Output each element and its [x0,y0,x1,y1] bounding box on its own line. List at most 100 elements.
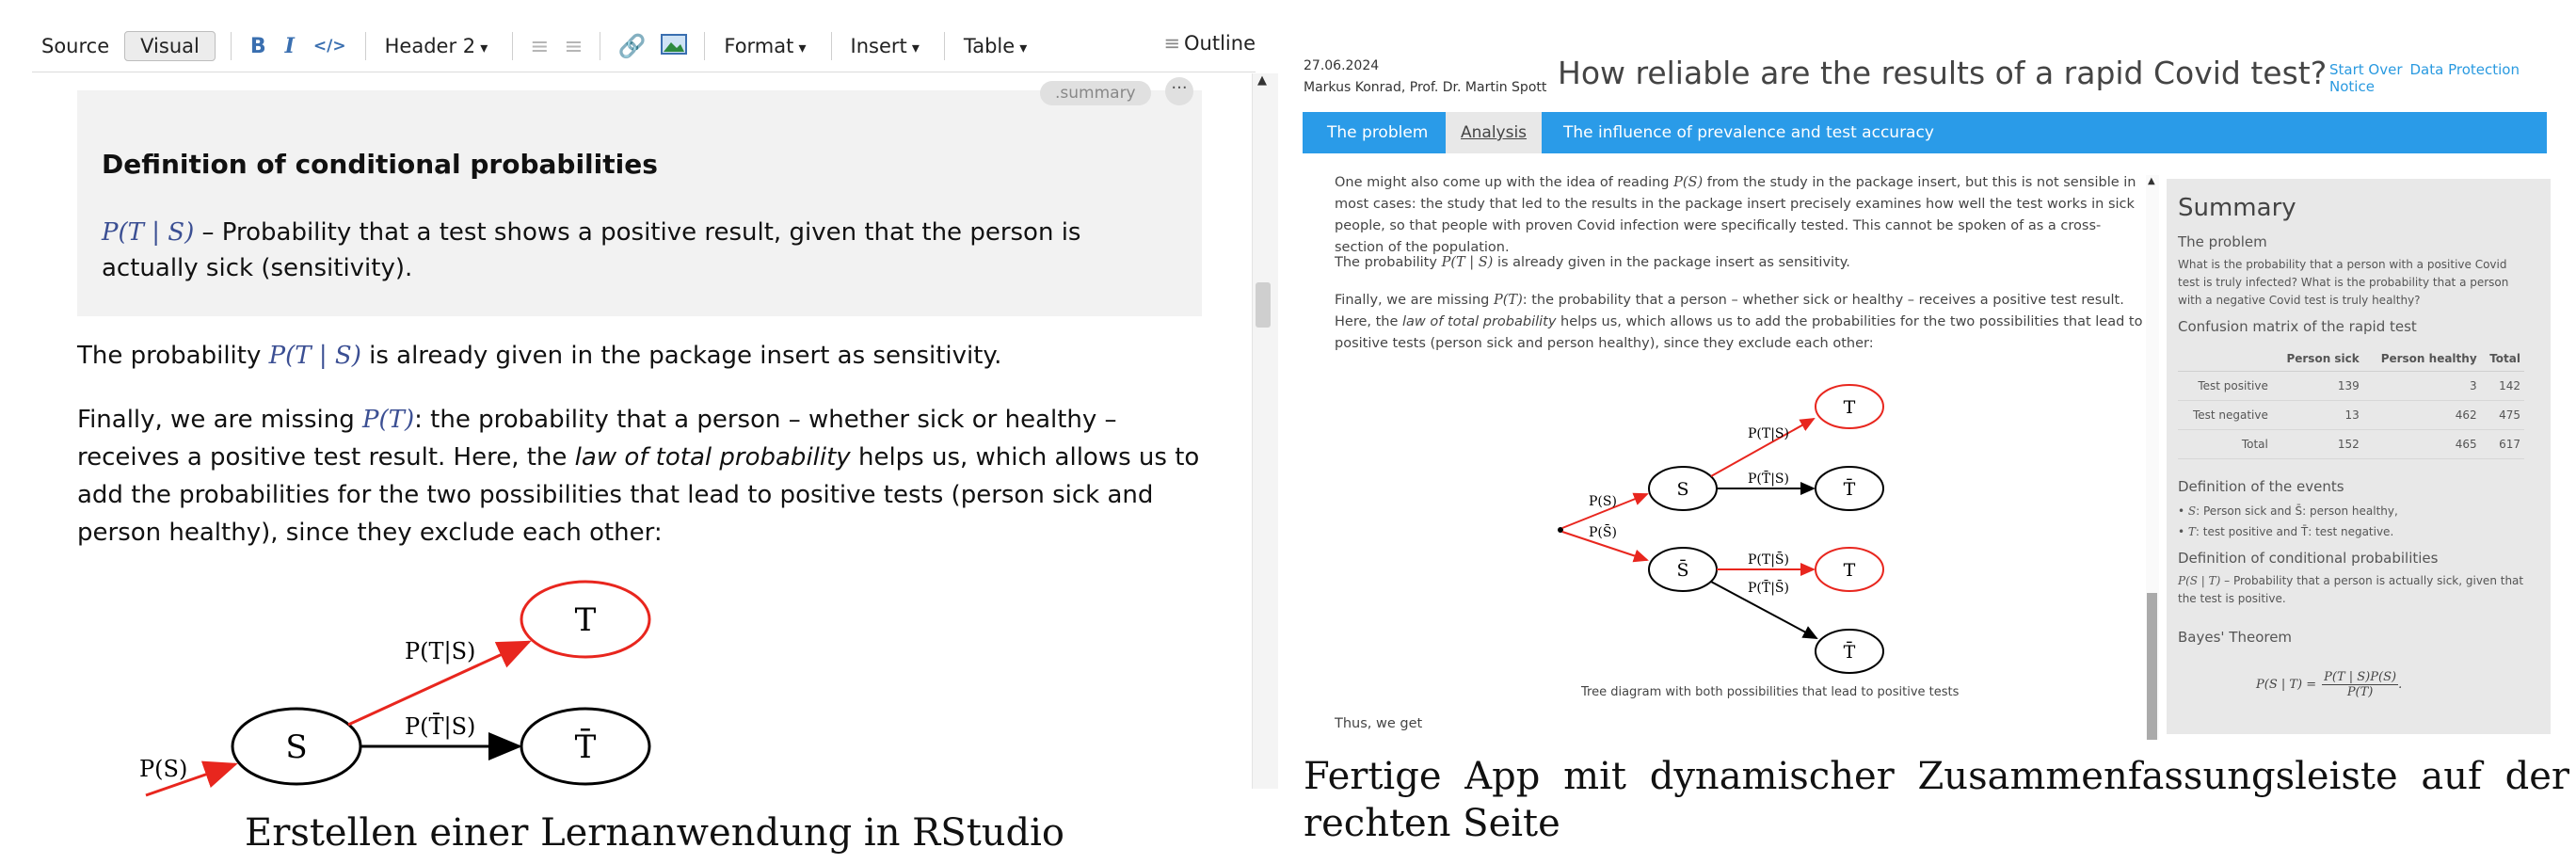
format-menu[interactable]: Format [714,31,815,61]
node-s-label: S [1676,479,1688,500]
tab-navigation: The problem Analysis The influence of pr… [1303,112,2547,153]
source-mode-button[interactable]: Source [32,31,119,61]
formula-lhs: P(S | T) = [2256,678,2317,692]
authors: Markus Konrad, Prof. Dr. Martin Spott [1304,80,1547,95]
outline-icon: ≡ [1163,32,1181,55]
toolbar-divider [230,32,232,60]
edge-label-t-given-sbar: P(T|S̄) [1748,551,1789,568]
header-style-dropdown[interactable]: Header 2 [376,31,498,61]
summary-problem-text: What is the probability that a person wi… [2178,258,2509,307]
node-t1-label: T [1844,397,1856,418]
toolbar-divider [512,32,514,60]
summary-event-1: • S: Person sick and S̄: person healthy, [2178,504,2398,518]
edge-label-t-given-s: P(T|S) [405,638,475,665]
node-s-label: S [285,728,307,766]
node-tbar-label: T̄ [575,728,597,766]
publish-date: 27.06.2024 [1304,58,1380,73]
math-expression: P(T) [362,406,415,434]
more-options-icon[interactable]: ··· [1165,77,1193,105]
paragraph-total-probability: Finally, we are missing P(T): the probab… [77,401,1207,552]
diagram-caption: Tree diagram with both possibilities tha… [1581,685,1960,699]
shiny-app-screenshot: 27.06.2024 Markus Konrad, Prof. Dr. Mart… [1299,0,2576,864]
bold-button[interactable]: B [241,35,276,58]
code-button[interactable]: </> [304,37,356,56]
table-cell: 139 [2271,371,2363,401]
outline-toggle[interactable]: ≡ Outline [1163,32,1256,55]
emphasis-text: law of total probability [574,443,851,472]
math-expression: P(T) [1494,293,1523,308]
body-paragraph-0: One might also come up with the idea of … [1335,172,2144,259]
tab-influence[interactable]: The influence of prevalence and test acc… [1563,112,1934,153]
table-cell: 617 [2480,429,2524,459]
tab-analysis[interactable]: Analysis [1446,112,1543,153]
text-span: Finally, we are missing [77,406,363,434]
table-cell: 13 [2271,400,2363,430]
formula-numerator: P(T | S)P(S) [2322,670,2399,685]
text-span: Finally, we are missing [1335,293,1494,308]
content-scrollbar-thumb[interactable] [2147,593,2157,740]
editor-scrollbar[interactable] [1252,73,1278,789]
link-icon[interactable]: 🔗 [610,33,653,59]
callout-body: – Probability that a test shows a positi… [102,218,1081,282]
visual-mode-button[interactable]: Visual [124,31,216,61]
edge-label-tbar-given-s: P(T̄|S) [1748,470,1789,487]
numbered-list-icon[interactable]: ≡ [556,33,590,59]
confusion-matrix-table: Person sick Person healthy Total Test po… [2178,346,2524,459]
math-expression: P(T | S) [1441,255,1494,270]
editor-scrollbar-thumb[interactable] [1256,282,1271,328]
table-cell: 142 [2480,371,2524,401]
callout-heading: Definition of conditional probabilities [102,149,658,180]
start-over-link[interactable]: Start Over [2329,61,2403,78]
table-cell: 475 [2480,400,2524,430]
body-thus: Thus, we get [1335,716,1423,731]
math-expression: P(T | S) [102,218,195,247]
rstudio-visual-editor: Source Visual B I </> Header 2 ≡ ≡ 🔗 For… [0,0,1278,864]
column-header [2178,346,2272,372]
text-span: The probability [1335,255,1442,270]
tree-diagram: S S̄ T T̄ T T̄ P(S) P(S̄) P(T|S) P(T̄|S)… [1558,384,1884,674]
text-span: is already given in the package insert a… [360,342,1002,370]
editor-toolbar: Source Visual B I </> Header 2 ≡ ≡ 🔗 For… [32,21,1256,72]
bullet-list-icon[interactable]: ≡ [522,33,556,59]
row-label: Total [2178,429,2272,459]
node-t4-label: T̄ [1844,641,1856,663]
summary-sidebar: Summary The problem What is the probabil… [2167,179,2551,734]
edge-label-tbar-given-sbar: P(T̄|S̄) [1748,579,1789,596]
summary-problem-heading: The problem [2178,233,2267,250]
text-span: The probability [77,342,269,370]
row-label: Test negative [2178,400,2272,430]
tab-the-problem[interactable]: The problem [1327,112,1428,153]
edge-label-p-sbar: P(S̄) [1589,523,1617,540]
app-title: How reliable are the results of a rapid … [1558,55,2328,91]
summary-class-tag[interactable]: .summary [1040,81,1151,105]
scroll-up-arrow-icon[interactable]: ▲ [1257,73,1267,88]
table-menu[interactable]: Table [954,31,1036,61]
scroll-up-arrow-icon[interactable]: ▲ [2148,176,2155,186]
table-cell: 3 [2362,371,2481,401]
paragraph-sensitivity: The probability P(T | S) is already give… [77,337,1207,375]
edge-label-p-s: P(S) [139,756,187,782]
node-t3-label: T [1844,560,1856,581]
node-t-label: T [575,601,597,639]
figure-caption: Erstellen einer Lernanwendung in RStudio [245,811,1065,855]
summary-heading: Summary [2178,194,2296,222]
column-header: Person healthy [2362,346,2481,372]
image-icon[interactable] [661,33,688,60]
event-text: : test positive and T̄: test negative. [2195,525,2394,538]
table-header-row: Person sick Person healthy Total [2178,346,2524,372]
summary-bayes-heading: Bayes' Theorem [2178,629,2293,646]
summary-cond-heading: Definition of conditional probabilities [2178,550,2439,567]
outline-label: Outline [1184,32,1256,55]
insert-menu[interactable]: Insert [841,31,929,61]
toolbar-divider [830,32,832,60]
math-symbol: S [2187,504,2197,518]
math-expression: P(S | T) [2178,574,2221,587]
tree-diagram-partial: T S T̄ P(T|S) P(T̄|S) P(S) [139,580,651,797]
row-label: Test positive [2178,371,2272,401]
formula-fraction: P(T | S)P(S) P(T) [2322,670,2399,699]
table-row: Test negative 13 462 475 [2178,400,2524,430]
table-cell: 152 [2271,429,2363,459]
formula-period: . [2398,678,2403,692]
math-symbol: T [2187,525,2196,538]
italic-button[interactable]: I [276,34,304,58]
